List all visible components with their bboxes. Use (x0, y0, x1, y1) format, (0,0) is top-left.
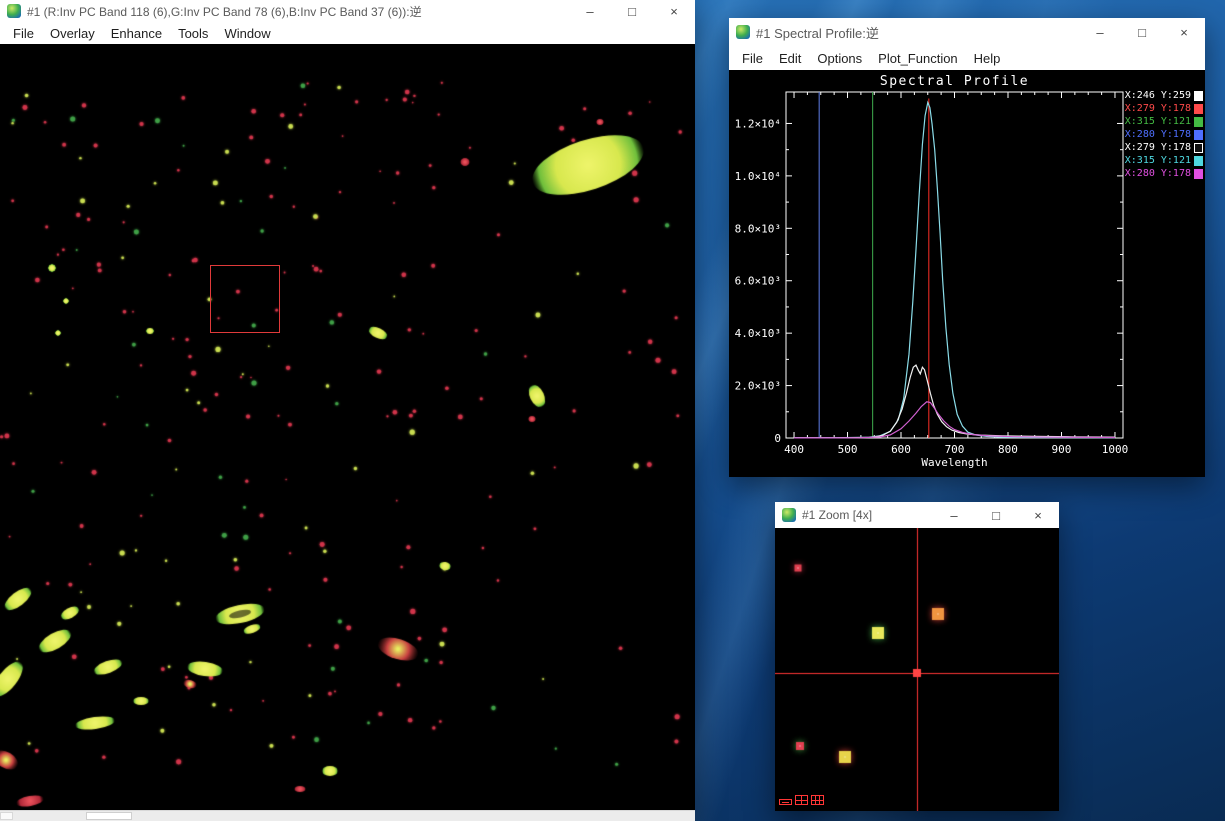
zoom-maximize-button[interactable]: □ (975, 502, 1017, 528)
scrollbar-thumb[interactable] (86, 812, 132, 820)
desktop-wallpaper: #1 (R:Inv PC Band 118 (6),G:Inv PC Band … (0, 0, 1225, 821)
svg-text:4.0×10³: 4.0×10³ (735, 327, 781, 340)
spectral-profile-window: #1 Spectral Profile:逆 – □ × File Edit Op… (729, 18, 1205, 477)
main-window-titlebar[interactable]: #1 (R:Inv PC Band 118 (6),G:Inv PC Band … (0, 0, 695, 22)
menu-file[interactable]: File (735, 49, 770, 68)
spectral-close-button[interactable]: × (1163, 18, 1205, 46)
svg-text:2.0×10³: 2.0×10³ (735, 380, 781, 393)
svg-text:6.0×10³: 6.0×10³ (735, 275, 781, 288)
menu-file[interactable]: File (6, 24, 41, 43)
menu-plot-function[interactable]: Plot_Function (871, 49, 965, 68)
svg-text:1000: 1000 (1102, 443, 1129, 456)
zoom-window-titlebar[interactable]: #1 Zoom [4x] – □ × (775, 502, 1059, 528)
main-image-window: #1 (R:Inv PC Band 118 (6),G:Inv PC Band … (0, 0, 695, 821)
main-menubar: File Overlay Enhance Tools Window (0, 22, 695, 44)
crosshair-toggle-button[interactable] (811, 795, 824, 805)
svg-text:800: 800 (998, 443, 1018, 456)
svg-text:8.0×10³: 8.0×10³ (735, 222, 781, 235)
plot-legend: X:246 Y:259X:279 Y:178X:315 Y:121X:280 Y… (1125, 90, 1203, 180)
zoom-controls (779, 795, 824, 805)
svg-text:Wavelength: Wavelength (921, 456, 987, 469)
main-close-button[interactable]: × (653, 0, 695, 22)
svg-text:Spectral Profile: Spectral Profile (880, 74, 1029, 89)
svg-text:700: 700 (945, 443, 965, 456)
spectral-minimize-button[interactable]: – (1079, 18, 1121, 46)
zoom-minimize-button[interactable]: – (933, 502, 975, 528)
legend-entry: X:315 Y:121 (1125, 116, 1203, 128)
zoom-window: #1 Zoom [4x] – □ × (775, 502, 1059, 811)
menu-edit[interactable]: Edit (772, 49, 808, 68)
app-icon (736, 25, 750, 39)
main-maximize-button[interactable]: □ (611, 0, 653, 22)
svg-text:500: 500 (838, 443, 858, 456)
menu-window[interactable]: Window (217, 24, 277, 43)
svg-text:600: 600 (891, 443, 911, 456)
legend-entry: X:279 Y:178 (1125, 142, 1203, 154)
zoom-canvas[interactable] (775, 528, 1059, 811)
legend-entry: X:280 Y:178 (1125, 168, 1203, 180)
main-minimize-button[interactable]: – (569, 0, 611, 22)
legend-entry: X:279 Y:178 (1125, 103, 1203, 115)
spectral-maximize-button[interactable]: □ (1121, 18, 1163, 46)
horizontal-scrollbar[interactable] (0, 810, 695, 821)
zoom-close-button[interactable]: × (1017, 502, 1059, 528)
image-display-area[interactable] (0, 44, 695, 810)
spectral-window-titlebar[interactable]: #1 Spectral Profile:逆 – □ × (729, 18, 1205, 46)
legend-entry: X:280 Y:178 (1125, 129, 1203, 141)
main-window-title: #1 (R:Inv PC Band 118 (6),G:Inv PC Band … (27, 3, 569, 20)
roi-selection-box[interactable] (210, 265, 280, 333)
app-icon (782, 508, 796, 522)
zoom-out-button[interactable] (779, 799, 792, 805)
menu-tools[interactable]: Tools (171, 24, 215, 43)
svg-text:1.0×10⁴: 1.0×10⁴ (735, 170, 781, 183)
image-canvas[interactable] (0, 44, 695, 810)
menu-options[interactable]: Options (810, 49, 869, 68)
spectral-plot-area: Spectral Profile 400 500 600 700 800 900 1000 0 2… (729, 70, 1205, 477)
spectral-menubar: File Edit Options Plot_Function Help (729, 46, 1205, 70)
svg-text:400: 400 (784, 443, 804, 456)
menu-help[interactable]: Help (967, 49, 1008, 68)
zoom-in-button[interactable] (795, 795, 808, 805)
svg-text:1.2×10⁴: 1.2×10⁴ (735, 117, 781, 130)
menu-enhance[interactable]: Enhance (104, 24, 169, 43)
menu-overlay[interactable]: Overlay (43, 24, 102, 43)
legend-entry: X:315 Y:121 (1125, 155, 1203, 167)
zoom-display-area[interactable] (775, 528, 1059, 811)
zoom-window-title: #1 Zoom [4x] (802, 508, 933, 522)
svg-text:0: 0 (774, 432, 781, 445)
legend-entry: X:246 Y:259 (1125, 90, 1203, 102)
spectral-window-title: #1 Spectral Profile:逆 (756, 23, 1079, 42)
scrollbar-corner (0, 812, 13, 820)
svg-text:900: 900 (1052, 443, 1072, 456)
app-icon (7, 4, 21, 18)
